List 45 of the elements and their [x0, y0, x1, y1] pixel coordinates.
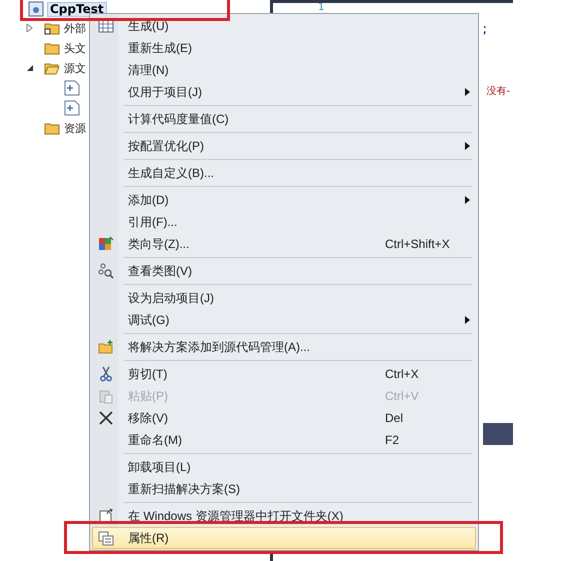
diagram-search-icon [98, 263, 114, 279]
clipboard-icon [98, 388, 114, 404]
panel-header-bar [483, 423, 513, 445]
menu-item[interactable]: 重命名(M) F2 [92, 429, 476, 451]
menu-item[interactable]: 生成(U) [92, 15, 476, 37]
properties-icon [98, 530, 114, 546]
grid-icon [98, 18, 114, 34]
menu-item[interactable]: 剪切(T) Ctrl+X [92, 363, 476, 385]
menu-item[interactable]: 计算代码度量值(C) [92, 108, 476, 130]
menu-item[interactable]: 重新扫描解决方案(S) [92, 478, 476, 500]
close-icon [98, 410, 114, 426]
tree-item[interactable]: 资源 [64, 120, 86, 136]
project-icon [28, 1, 44, 17]
submenu-arrow-icon [464, 142, 470, 150]
submenu-arrow-icon [464, 196, 470, 204]
tree-item[interactable]: 外部 [64, 20, 86, 36]
code-text: ; [482, 22, 487, 37]
line-number: 1 [318, 3, 326, 13]
menu-item[interactable]: 类向导(Z)... Ctrl+Shift+X [92, 233, 476, 255]
menu-item[interactable]: 引用(F)... [92, 211, 476, 233]
menu-item[interactable]: 移除(V) Del [92, 407, 476, 429]
menu-item[interactable]: 设为启动项目(J) [92, 287, 476, 309]
project-name[interactable]: CppTest [47, 2, 107, 16]
wizard-icon [98, 236, 114, 252]
menu-item[interactable]: 仅用于项目(J) [92, 81, 476, 103]
tree-item[interactable]: 源文 [64, 60, 86, 76]
menu-item[interactable]: 生成自定义(B)... [92, 162, 476, 184]
expander-icon[interactable] [26, 64, 34, 72]
menu-item[interactable]: 添加(D) [92, 189, 476, 211]
submenu-arrow-icon [464, 316, 470, 324]
submenu-arrow-icon [464, 88, 470, 96]
folder-plus-icon [98, 339, 114, 355]
menu-item[interactable]: 清理(N) [92, 59, 476, 81]
menu-item[interactable]: 查看类图(V) [92, 260, 476, 282]
cpp-file-icon [64, 80, 80, 96]
menu-item[interactable]: 卸载项目(L) [92, 456, 476, 478]
cpp-file-icon [64, 100, 80, 116]
menu-item[interactable]: 将解决方案添加到源代码管理(A)... [92, 336, 476, 358]
code-comment: 没有- [486, 85, 510, 98]
menu-item[interactable]: 属性(R) [92, 527, 476, 549]
menu-item[interactable]: 重新生成(E) [92, 37, 476, 59]
tree-item[interactable]: 头文 [64, 40, 86, 56]
menu-item[interactable]: 调试(G) [92, 309, 476, 331]
menu-item[interactable]: 按配置优化(P) [92, 135, 476, 157]
scissors-icon [98, 366, 114, 382]
